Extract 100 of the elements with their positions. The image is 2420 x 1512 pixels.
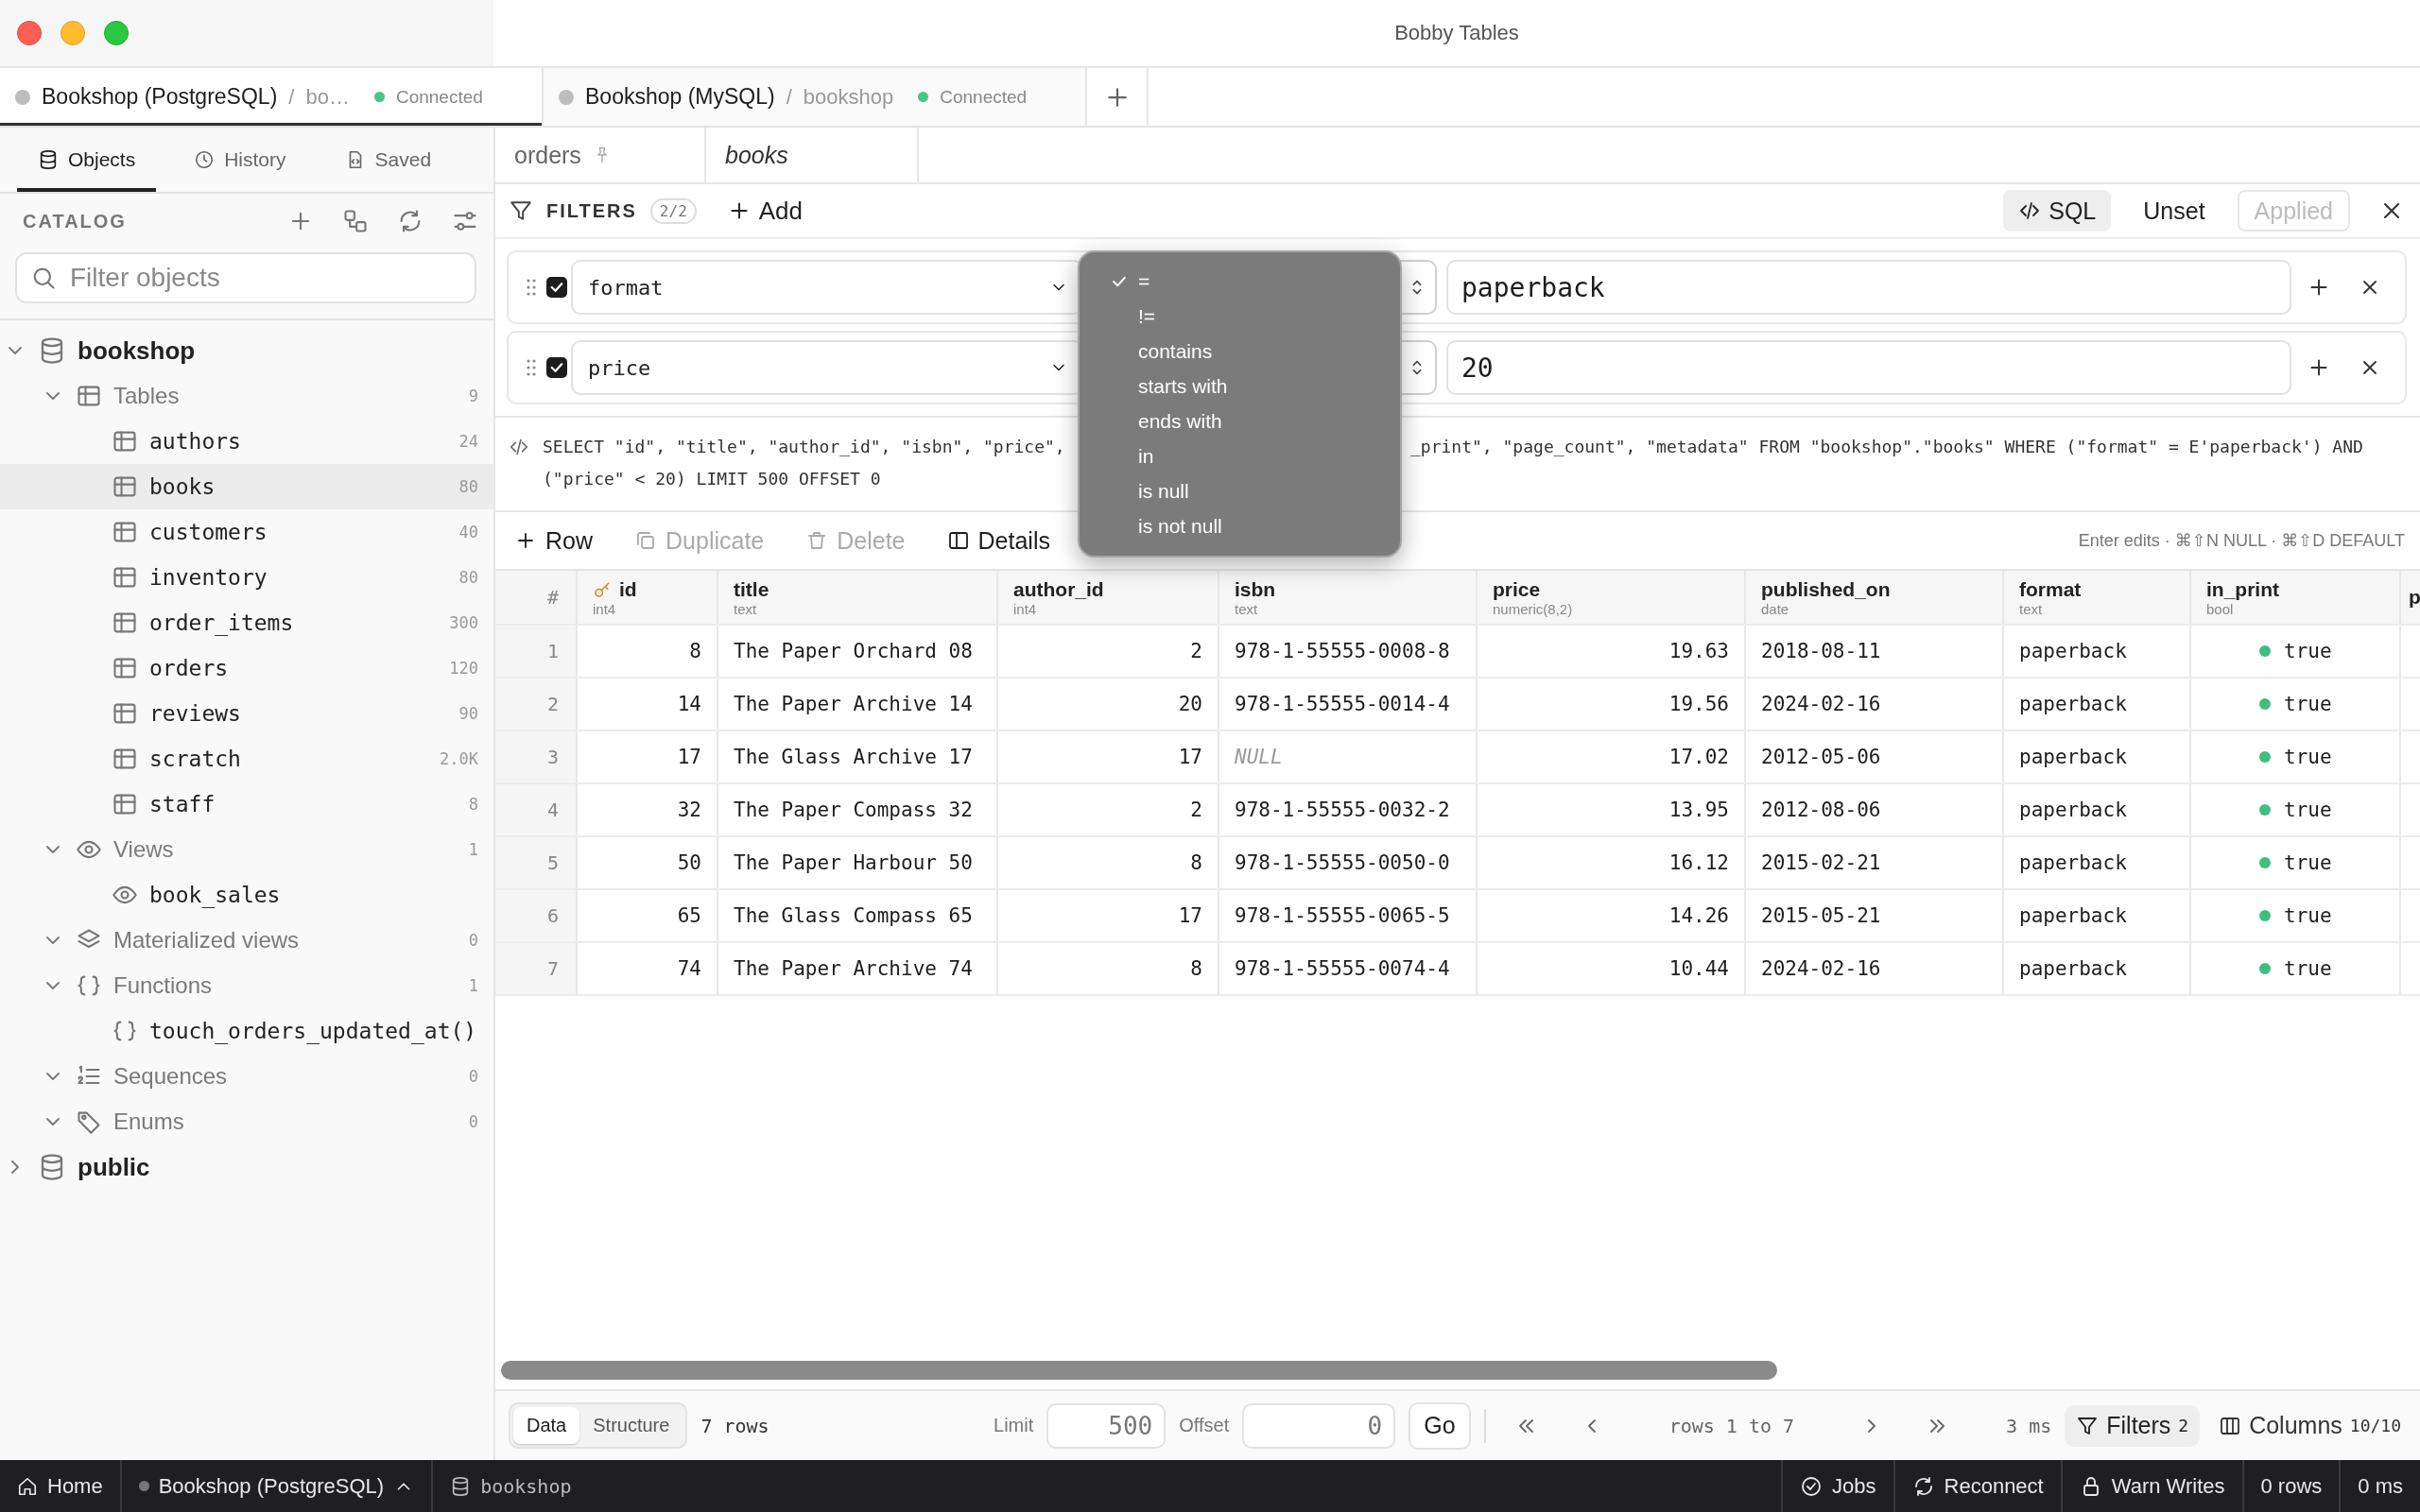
cell-value: true xyxy=(2284,957,2332,980)
column-type: numeric(8,2) xyxy=(1493,600,1573,617)
connection-switcher[interactable]: Bookshop (PostgreSQL) xyxy=(121,1460,434,1512)
tree-item[interactable]: order_items 300 xyxy=(0,600,493,645)
sidebar-tab[interactable]: History xyxy=(173,128,307,192)
tree-item[interactable]: Materialized views 0 xyxy=(0,918,493,963)
menu-item[interactable]: = xyxy=(1089,264,1391,300)
column-header[interactable]: id int4 xyxy=(578,571,718,624)
connection-tab[interactable]: Bookshop (PostgreSQL) / bo… Connected xyxy=(0,68,544,126)
lock-button[interactable]: Warn Writes xyxy=(2060,1460,2242,1512)
offset-field[interactable]: 0 xyxy=(1242,1402,1396,1449)
tree-item[interactable]: public xyxy=(0,1144,493,1190)
menu-item[interactable]: is null xyxy=(1089,473,1391,509)
table-cell: 2015-02-21 xyxy=(1746,837,2004,888)
table-cell: 32 xyxy=(578,784,718,835)
window-title: Bobby Tables xyxy=(1394,21,1519,45)
tree-item[interactable]: Views 1 xyxy=(0,827,493,872)
check-circle-icon xyxy=(1800,1474,1824,1498)
database-switcher[interactable]: bookshop xyxy=(433,1460,589,1512)
unset-button[interactable]: Unset xyxy=(2124,197,2224,225)
shortcut-hint: Enter edits · ⌘⇧N NULL · ⌘⇧D DEFAULT xyxy=(2078,530,2405,551)
table-cell: 16.12 xyxy=(1478,837,1746,888)
close-button[interactable] xyxy=(17,21,42,45)
tree-item[interactable]: bookshop xyxy=(0,328,493,373)
database-name: bo… xyxy=(305,84,350,110)
tree-item[interactable]: Functions 1 xyxy=(0,963,493,1008)
tree-item[interactable]: scratch 2.0K xyxy=(0,736,493,782)
view-tab[interactable]: Structure xyxy=(579,1407,683,1444)
checkbox[interactable] xyxy=(546,277,567,298)
column-type: int4 xyxy=(593,600,616,617)
database-icon xyxy=(38,149,59,170)
column-header[interactable]: published_on date xyxy=(1746,571,2004,624)
sidebar-tab[interactable]: Saved xyxy=(323,128,453,192)
item-count: 0 xyxy=(468,1067,478,1086)
filters-button[interactable]: Filters 2 xyxy=(2065,1404,2201,1447)
tree-item[interactable]: staff 8 xyxy=(0,782,493,827)
search-field[interactable]: Filter objects xyxy=(15,252,476,303)
item-count: 120 xyxy=(449,659,478,678)
tree-item[interactable]: Sequences 0 xyxy=(0,1054,493,1099)
column-header[interactable]: format text xyxy=(2004,571,2191,624)
sidebar-tab[interactable]: Objects xyxy=(17,128,157,192)
view-tab[interactable]: Data xyxy=(513,1407,580,1444)
column-header[interactable]: p xyxy=(2401,571,2420,624)
tree-item[interactable]: books 80 xyxy=(0,464,493,509)
column-header[interactable]: isbn text xyxy=(1219,571,1478,624)
connection-status: Connected xyxy=(940,86,1028,108)
database-name: bookshop xyxy=(803,84,894,110)
table-cell: 17 xyxy=(578,731,718,782)
limit-field[interactable]: 500 xyxy=(1046,1402,1167,1449)
go-button[interactable]: Go xyxy=(1409,1401,1471,1450)
tree-item[interactable]: book_sales xyxy=(0,872,493,918)
status-dot xyxy=(2259,751,2271,763)
column-type: text xyxy=(2019,600,2043,617)
tree-item[interactable]: orders 120 xyxy=(0,645,493,691)
menu-item[interactable]: is not null xyxy=(1089,508,1391,544)
columns-button[interactable]: Columns 10/10 xyxy=(2213,1411,2407,1440)
column-name: author_id xyxy=(1013,577,1104,601)
column-header[interactable]: in_print bool xyxy=(2191,571,2401,624)
tree-label: public xyxy=(78,1152,151,1182)
tree-item[interactable]: Tables 9 xyxy=(0,373,493,419)
sql-button[interactable]: SQL xyxy=(2003,190,2112,232)
column-header[interactable]: title text xyxy=(718,571,998,624)
details-button[interactable]: Details xyxy=(942,526,1054,555)
column-header[interactable]: author_id int4 xyxy=(998,571,1219,624)
tree-item[interactable]: inventory 80 xyxy=(0,555,493,600)
table-cell: 2018-08-11 xyxy=(1746,626,2004,677)
table-cell: The Glass Compass 65 xyxy=(718,890,998,941)
editor-tab[interactable]: orders xyxy=(495,128,706,182)
tree-item[interactable]: touch_orders_updated_at() xyxy=(0,1008,493,1054)
tree-item[interactable]: reviews 90 xyxy=(0,691,493,736)
menu-item[interactable]: ends with xyxy=(1089,404,1391,439)
scrollbar-thumb[interactable] xyxy=(501,1361,1777,1380)
table-cell: paperback xyxy=(2004,890,2191,941)
add-row-button[interactable]: Row xyxy=(510,526,596,555)
jobs-button[interactable]: Jobs xyxy=(1781,1460,1893,1512)
connection-status: Connected xyxy=(395,86,483,108)
item-count: 300 xyxy=(449,613,478,632)
tree-item[interactable]: customers 40 xyxy=(0,509,493,555)
table-cell: 2012-08-06 xyxy=(1746,784,2004,835)
home-button[interactable]: Home xyxy=(0,1460,122,1512)
tree-item[interactable]: authors 24 xyxy=(0,419,493,464)
tree-item[interactable]: Enums 0 xyxy=(0,1099,493,1144)
editor-tab[interactable]: books xyxy=(706,128,919,182)
value-field[interactable]: paperback xyxy=(1446,260,2291,315)
item-count: 0 xyxy=(468,931,478,950)
relations-icon[interactable] xyxy=(342,208,369,234)
reconnect-button[interactable]: Reconnect xyxy=(1893,1460,2061,1512)
menu-item[interactable]: in xyxy=(1089,438,1391,474)
zoom-button[interactable] xyxy=(104,21,129,45)
checkbox[interactable] xyxy=(546,357,567,378)
view-switch[interactable]: Data Structure xyxy=(509,1402,688,1449)
connection-tab[interactable]: Bookshop (MySQL) / bookshop Connected xyxy=(544,68,1087,126)
menu-item[interactable]: contains xyxy=(1089,334,1391,369)
menu-item[interactable]: != xyxy=(1089,299,1391,335)
table-cell: 978-1-55555-0050-0 xyxy=(1219,837,1478,888)
value-field[interactable]: 20 xyxy=(1446,340,2291,395)
menu-item[interactable]: starts with xyxy=(1089,369,1391,404)
column-header[interactable]: price numeric(8,2) xyxy=(1478,571,1746,624)
add-filter-button[interactable]: Add xyxy=(726,196,804,226)
minimize-button[interactable] xyxy=(60,21,85,45)
